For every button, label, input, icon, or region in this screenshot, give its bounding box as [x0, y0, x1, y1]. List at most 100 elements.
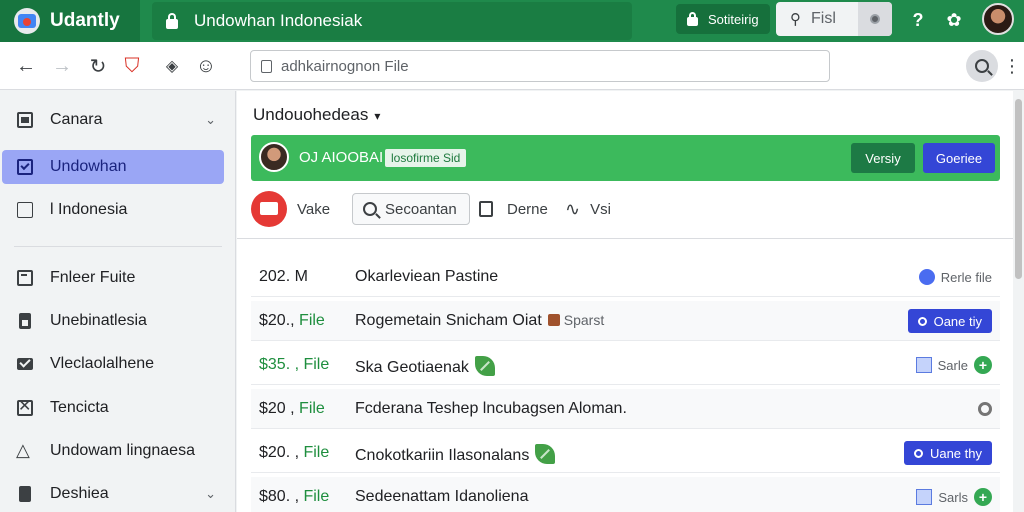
address-placeholder: adhkairnognon File [281, 57, 409, 75]
label-icon [16, 485, 34, 503]
table-row[interactable]: $20 , File Fcderana Teshep lncubagsen Al… [251, 389, 1000, 429]
row-action-button[interactable]: Uane thy [903, 441, 992, 465]
bookmark-button[interactable]: Derne [479, 191, 548, 227]
key-icon: ⚲ [790, 11, 801, 28]
settings-label: Sotiteirig [708, 11, 759, 27]
mail-icon [16, 355, 34, 373]
address-bar[interactable]: adhkairnognon File [250, 50, 830, 82]
help-icon[interactable]: ? [906, 8, 930, 32]
row-amount: $20 , File [259, 400, 325, 417]
checkbox-icon[interactable] [916, 489, 933, 505]
row-description: Fcderana Teshep lncubagsen Aloman. [355, 400, 627, 417]
account-banner: OJ AIOOBAI losofirme Sid Versiy Goeriee [251, 135, 1000, 181]
row-action[interactable]: Rerle file [918, 265, 992, 289]
gear-icon[interactable]: ✿ [942, 8, 966, 32]
tag-icon [547, 314, 560, 326]
leaf-icon [535, 444, 556, 464]
sidebar-item-label: Vleclaolalhene [50, 355, 155, 372]
make-button[interactable]: Vake [251, 191, 330, 227]
settings-icon[interactable] [978, 402, 992, 416]
sidebar-item-label: Unebinatlesia [50, 312, 147, 329]
find-box[interactable]: ⚲ Fisl [776, 2, 892, 36]
folder-title[interactable]: Undouohedeas ▾ [253, 105, 380, 125]
row-action-button[interactable]: Oane tiy [907, 309, 992, 333]
settings-button[interactable]: Sotiteirig [676, 4, 770, 34]
search-action-button[interactable]: Secoantan [352, 193, 470, 225]
sidebar-item-undowhan[interactable]: Undowhan [2, 150, 224, 184]
folder-icon [16, 269, 34, 287]
row-description: Cnokotkariin Ilasonalans [355, 444, 556, 465]
avatar[interactable] [982, 3, 1014, 35]
sidebar-item-label: Undowam lingnaesa [50, 442, 195, 459]
smiley-icon[interactable]: ☺ [194, 54, 218, 78]
diamond-icon[interactable]: ◈ [160, 54, 184, 78]
sidebar-item-vleclaolalhene[interactable]: Vleclaolalhene [2, 347, 224, 381]
avatar[interactable] [259, 142, 289, 172]
shield-icon[interactable]: ⛉ [120, 54, 144, 78]
table-row[interactable]: $20., File Rogemetain Snicham Oiat Sparst… [251, 301, 1000, 341]
brand[interactable]: Udantly [0, 0, 140, 42]
table-row[interactable]: $20. , File Cnokotkariin Ilasonalans Uan… [251, 433, 1000, 473]
sidebar-item-fnleer-fuite[interactable]: Fnleer Fuite [2, 261, 224, 295]
forward-arrow-icon[interactable]: → [50, 54, 74, 78]
search-button[interactable] [966, 50, 998, 82]
page-icon [261, 60, 272, 73]
app-tab-title: Undowhan Indonesiak [194, 11, 363, 30]
sidebar-item-indonesia[interactable]: l Indonesia [2, 193, 224, 227]
chevron-down-icon: ▾ [374, 109, 381, 123]
row-description: Ska Geotiaenak [355, 356, 495, 377]
table-row[interactable]: $35. , File Ska Geotiaenak Sarle + [251, 345, 1000, 385]
row-action[interactable]: Uane thy [903, 441, 992, 465]
circle-icon [913, 448, 923, 458]
row-action[interactable]: Sarls + [916, 485, 992, 509]
top-bar: Udantly Undowhan Indonesiak Sotiteirig ⚲… [0, 0, 1024, 42]
scrollbar[interactable] [1013, 91, 1024, 512]
plus-icon[interactable]: + [974, 488, 992, 506]
leaf-icon [474, 356, 495, 376]
checkbox-icon[interactable] [915, 357, 932, 373]
square-icon [16, 201, 34, 219]
row-amount: 202. M [259, 268, 308, 285]
version-button[interactable]: Versiy [851, 143, 915, 173]
primary-button[interactable]: Goeriee [923, 143, 995, 173]
search-icon [975, 59, 989, 73]
chevron-down-icon[interactable]: ⌄ [205, 112, 216, 128]
bookmark-label: Derne [507, 200, 548, 218]
more-vertical-icon[interactable]: ⋮ [1000, 54, 1024, 78]
scrollbar-thumb[interactable] [1015, 99, 1022, 279]
row-action[interactable] [978, 397, 992, 421]
brand-name: Udantly [50, 10, 120, 31]
search-icon [363, 202, 377, 216]
sidebar-item-deshiea[interactable]: Deshiea ⌄ [2, 477, 224, 511]
record-icon [870, 14, 880, 24]
banner-name: OJ AIOOBAI [299, 149, 384, 166]
table-row[interactable]: 202. M Okarleviean Pastine Rerle file [251, 257, 1000, 297]
sidebar-item-unebinatlesia[interactable]: Unebinatlesia [2, 304, 224, 338]
sidebar-item-tencicta[interactable]: ✕ Tencicta [2, 391, 224, 425]
sidebar-item-undowam[interactable]: △ Undowam lingnaesa [2, 434, 224, 468]
record-button[interactable] [858, 2, 892, 36]
row-tag: Sparst [563, 312, 605, 328]
back-arrow-icon[interactable]: ← [14, 54, 38, 78]
row-action[interactable]: Oane tiy [907, 309, 992, 333]
chevron-down-icon[interactable]: ⌄ [205, 486, 216, 502]
table-row[interactable]: $80. , File Sedeenattam Idanoliena Sarls… [251, 477, 1000, 512]
sidebar-item-canara[interactable]: Canara ⌄ [2, 103, 224, 137]
row-action[interactable]: Sarle + [915, 353, 992, 377]
compose-icon [251, 191, 287, 227]
row-description: Okarleviean Pastine [355, 268, 499, 285]
app-tab[interactable]: Undowhan Indonesiak [152, 2, 632, 40]
reload-icon[interactable]: ↻ [86, 54, 110, 78]
lock-icon [164, 12, 180, 30]
row-amount: $80. , File [259, 488, 330, 505]
sidebar-item-label: Tencicta [50, 399, 109, 416]
browser-toolbar: ← → ↻ ⛉ ◈ ☺ adhkairnognon File ⋮ [0, 42, 1024, 90]
link-button[interactable]: ∿ Vsi [565, 191, 611, 227]
main-content: Undouohedeas ▾ OJ AIOOBAI losofirme Sid V… [237, 91, 1013, 512]
status-badge: losofirme Sid [385, 149, 467, 167]
row-amount: $20., File [259, 312, 325, 329]
folder-title-text: Undouohedeas [253, 105, 369, 124]
plus-icon[interactable]: + [974, 356, 992, 374]
circle-icon [917, 316, 927, 326]
row-action-label: Sarls [938, 489, 968, 505]
